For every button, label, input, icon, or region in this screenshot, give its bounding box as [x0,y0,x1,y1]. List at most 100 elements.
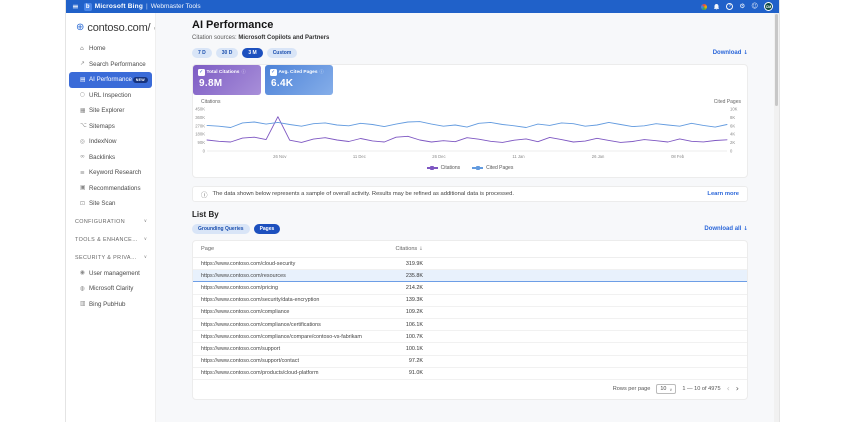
table-row[interactable]: https://www.contoso.com/resources235.8K [193,270,747,282]
site-selector[interactable]: ⊕ contoso.com/ ∨ [66,13,155,41]
svg-text:0: 0 [203,149,206,154]
page-url-cell: https://www.contoso.com/cloud-security [201,261,377,267]
range-pill-7-d[interactable]: 7 D [192,48,212,58]
page-title: AI Performance [192,19,748,31]
citations-cell: 109.2K [377,309,423,315]
svg-text:26 Nov: 26 Nov [273,154,287,159]
learn-more-link[interactable]: Learn more [707,191,739,197]
keyword-research-icon: ≡ [80,170,89,176]
tab-pages[interactable]: Pages [254,224,281,234]
rows-per-page-label: Rows per page [613,386,651,392]
metric-tile-avg-cited-pages[interactable]: ✓Avg. Cited Pagesⓘ6.4K [265,65,333,95]
svg-text:2K: 2K [730,140,735,145]
column-header-page[interactable]: Page [201,246,377,252]
download-all-button[interactable]: Download all ↓ [704,226,748,232]
citations-cell: 97.2K [377,358,423,364]
vertical-scrollbar[interactable] [774,13,779,422]
settings-gear-icon[interactable]: ⚙ [739,3,745,10]
download-all-label: Download all [704,226,741,232]
download-button[interactable]: Download ↓ [713,50,748,56]
legend-item-cited-pages[interactable]: Cited Pages [472,165,513,171]
range-pill-custom[interactable]: Custom [267,48,298,58]
sidebar-item-label: Sitemaps [89,123,115,130]
brand-name[interactable]: Microsoft Bing [95,3,143,10]
svg-text:11 Jan: 11 Jan [512,154,525,159]
sidebar-item-site-explorer[interactable]: ▦Site Explorer [69,103,152,119]
citations-cell: 100.7K [377,334,423,340]
legend-item-citations[interactable]: Citations [427,165,460,171]
metric-checkbox[interactable]: ✓ [198,69,205,76]
citations-cell: 100.1K [377,346,423,352]
feedback-icon[interactable]: ☺ [751,3,758,10]
product-name[interactable]: Webmaster Tools [151,3,201,10]
svg-text:26 Jan: 26 Jan [592,154,605,159]
home-icon: ⌂ [80,46,89,52]
sidebar-item-bing-pubhub[interactable]: ▥Bing PubHub [69,297,152,313]
sidebar-item-sitemaps[interactable]: ⌥Sitemaps [69,119,152,135]
sidebar-item-keyword-research[interactable]: ≡Keyword Research [69,165,152,181]
sidebar-item-microsoft-clarity[interactable]: ◍Microsoft Clarity [69,281,152,297]
citations-cell: 106.1K [377,322,423,328]
next-page-button[interactable]: › [736,385,739,393]
table-row[interactable]: https://www.contoso.com/support/contact9… [193,356,747,368]
subtitle-prefix: Citation sources: [192,35,238,41]
table-row[interactable]: https://www.contoso.com/pricing214.2K [193,282,747,294]
metric-checkbox[interactable]: ✓ [270,69,277,76]
sidebar-item-site-scan[interactable]: ⊡Site Scan [69,196,152,212]
table-row[interactable]: https://www.contoso.com/compliance/certi… [193,319,747,331]
citations-cell: 139.3K [377,297,423,303]
range-pill-3-m[interactable]: 3 M [242,48,262,58]
user-avatar[interactable]: CM [764,2,773,11]
url-inspection-icon: ○ [80,92,89,98]
section-label: TOOLS & ENHANCEME... [75,237,139,243]
page-url-cell: https://www.contoso.com/security/data-en… [201,297,377,303]
table-row[interactable]: https://www.contoso.com/support100.1K [193,343,747,355]
sidebar-item-indexnow[interactable]: ◎IndexNow [69,134,152,150]
table-row[interactable]: https://www.contoso.com/security/data-en… [193,295,747,307]
metric-tile-total-citations[interactable]: ✓Total Citationsⓘ9.8M [193,65,261,95]
notifications-bell-icon[interactable] [713,3,720,11]
sidebar-item-user-management[interactable]: ◉User management [69,266,152,282]
svg-text:08 Feb: 08 Feb [671,154,685,159]
sidebar-section-security-privacy[interactable]: SECURITY & PRIVACY ∨ [66,250,155,266]
pagination-range: 1 — 10 of 4975 [682,386,720,392]
table-row[interactable]: https://www.contoso.com/compliance109.2K [193,307,747,319]
sidebar-section-tools-enhanceme[interactable]: TOOLS & ENHANCEME...∨ [66,232,155,248]
tab-grounding-queries[interactable]: Grounding Queries [192,224,250,234]
chevron-down-icon: ∨ [144,255,147,260]
table-header: Page Citations ↓ [193,241,747,258]
sidebar-item-label: IndexNow [89,138,117,145]
list-by-title: List By [192,210,748,219]
site-explorer-icon: ▦ [80,108,89,114]
page-url-cell: https://www.contoso.com/compliance/certi… [201,322,377,328]
previous-page-button[interactable]: ‹ [727,385,730,393]
column-header-citations[interactable]: Citations ↓ [377,246,423,252]
chart-legend: Citations Cited Pages [193,163,747,173]
sidebar-item-label: Home [89,45,106,52]
citations-chart[interactable]: 450K360K270K180K90K010K8K6K4K2K026 Nov11… [193,105,749,163]
hamburger-menu-icon[interactable]: ≡ [72,3,79,11]
section-label: SECURITY & PRIVACY [75,255,139,261]
table-row[interactable]: https://www.contoso.com/products/cloud-p… [193,368,747,380]
sidebar-item-backlinks[interactable]: ∞Backlinks [69,150,152,166]
site-globe-icon: ⊕ [76,23,84,33]
sidebar-item-search-performance[interactable]: ↗Search Performance [69,57,152,73]
sidebar-item-ai-performance[interactable]: ▤AI PerformanceNEW [69,72,152,88]
page-url-cell: https://www.contoso.com/resources [201,273,377,279]
bing-logo-icon[interactable]: b [84,3,92,11]
sidebar: ⊕ contoso.com/ ∨ ⌂Home↗Search Performanc… [66,13,156,422]
help-icon[interactable]: ? [726,3,733,10]
subtitle-emphasis: Microsoft Copilots and Partners [238,35,329,41]
rewards-icon[interactable] [701,4,707,10]
sidebar-item-home[interactable]: ⌂Home [69,41,152,57]
table-footer: Rows per page 10 ∨ 1 — 10 of 4975 ‹ › [193,380,747,399]
sidebar-section-configuration[interactable]: CONFIGURATION∨ [66,214,155,230]
scrollbar-thumb[interactable] [775,14,778,106]
table-row[interactable]: https://www.contoso.com/compliance/compa… [193,331,747,343]
citations-header-label: Citations [395,246,417,252]
rows-per-page-select[interactable]: 10 ∨ [656,384,676,394]
range-pill-30-d[interactable]: 30 D [216,48,239,58]
sidebar-item-recommendations[interactable]: ▣Recommendations [69,181,152,197]
table-row[interactable]: https://www.contoso.com/cloud-security31… [193,258,747,270]
sidebar-item-url-inspection[interactable]: ○URL Inspection [69,88,152,104]
